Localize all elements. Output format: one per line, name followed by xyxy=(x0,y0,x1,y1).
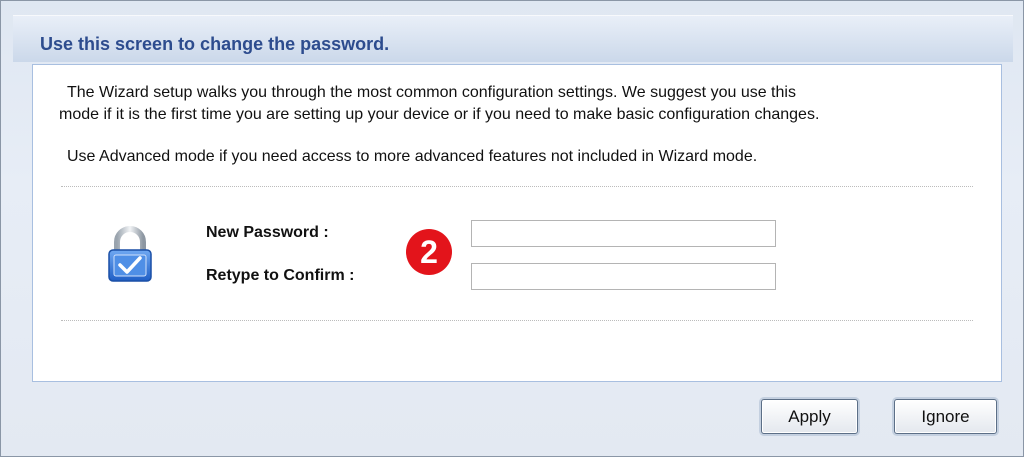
new-password-input[interactable] xyxy=(471,220,776,247)
apply-button[interactable]: Apply xyxy=(761,399,858,434)
wizard-window: Use this screen to change the password. … xyxy=(0,0,1024,457)
retype-password-input[interactable] xyxy=(471,263,776,290)
divider-bottom xyxy=(61,320,973,321)
intro-line-1: The Wizard setup walks you through the m… xyxy=(67,84,796,101)
divider-top xyxy=(61,186,973,187)
intro-line-2: mode if it is the first time you are set… xyxy=(59,106,820,123)
new-password-label: New Password : xyxy=(206,224,329,241)
content-panel: The Wizard setup walks you through the m… xyxy=(32,64,1002,382)
step-number-badge: 2 xyxy=(406,229,452,275)
ignore-button[interactable]: Ignore xyxy=(894,399,997,434)
intro-text: The Wizard setup walks you through the m… xyxy=(59,82,989,126)
advanced-mode-note: Use Advanced mode if you need access to … xyxy=(67,148,758,165)
lock-icon xyxy=(108,226,152,282)
page-title: Use this screen to change the password. xyxy=(40,34,390,54)
retype-confirm-label: Retype to Confirm : xyxy=(206,267,355,284)
